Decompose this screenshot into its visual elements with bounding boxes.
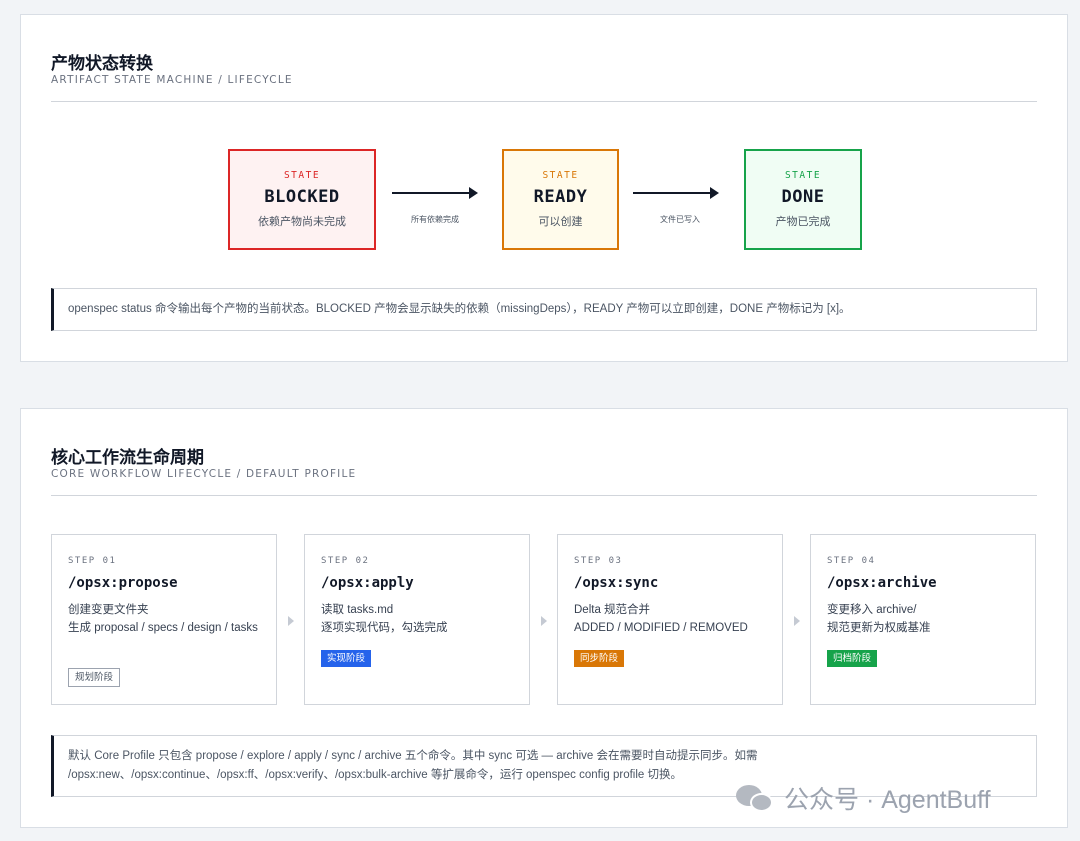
step-card-apply: STEP 02 /opsx:apply 读取 tasks.md 逐项实现代码，勾选… bbox=[304, 534, 530, 705]
step-command: /opsx:sync bbox=[574, 575, 659, 591]
step-desc: 变更移入 archive/规范更新为权威基准 bbox=[827, 604, 931, 634]
step-card-sync: STEP 03 /opsx:sync Delta 规范合并 ADDED / MOD… bbox=[557, 534, 783, 705]
step-card-archive: STEP 04 /opsx:archive 变更移入 archive/规范更新为… bbox=[810, 534, 1036, 705]
section-subtitle: ARTIFACT STATE MACHINE / LIFECYCLE bbox=[51, 74, 293, 86]
step-command: /opsx:apply bbox=[321, 575, 414, 591]
state-label: STATE bbox=[784, 170, 822, 181]
transition-arrow bbox=[392, 187, 478, 199]
chevron-right-icon bbox=[794, 616, 800, 626]
state-label: STATE bbox=[542, 170, 579, 181]
step-label: STEP 03 bbox=[574, 556, 623, 566]
workflow-card: 核心工作流生命周期 CORE WORKFLOW LIFECYCLE / DEFA… bbox=[20, 408, 1068, 828]
watermark: 公众号 · AgentBuff bbox=[736, 780, 991, 816]
state-desc: 产物已完成 bbox=[775, 216, 831, 228]
state-blocked-box: STATE BLOCKED 依赖产物尚未完成 bbox=[228, 149, 376, 250]
state-name: READY bbox=[533, 187, 588, 207]
state-machine-card: 产物状态转换 ARTIFACT STATE MACHINE / LIFECYCL… bbox=[20, 14, 1068, 362]
step-label: STEP 01 bbox=[68, 556, 117, 566]
wechat-icon bbox=[736, 783, 776, 813]
chevron-right-icon bbox=[288, 616, 294, 626]
phase-badge: 同步阶段 bbox=[574, 650, 625, 667]
step-label: STEP 02 bbox=[321, 556, 370, 566]
step-label: STEP 04 bbox=[827, 556, 876, 566]
phase-badge: 实现阶段 bbox=[321, 650, 372, 667]
state-done-box: STATE DONE 产物已完成 bbox=[744, 149, 862, 250]
state-ready-box: STATE READY 可以创建 bbox=[502, 149, 619, 250]
step-command: /opsx:archive bbox=[827, 575, 937, 591]
chevron-right-icon bbox=[541, 616, 547, 626]
phase-badge: 规划阶段 bbox=[68, 668, 121, 687]
state-desc: 可以创建 bbox=[538, 216, 583, 228]
section-title: 产物状态转换 bbox=[51, 54, 153, 74]
step-card-propose: STEP 01 /opsx:propose 创建变更文件夹 生成 proposal… bbox=[51, 534, 277, 705]
note-text: 默认 Core Profile 只包含 propose / explore / … bbox=[68, 750, 758, 781]
step-desc: Delta 规范合并 ADDED / MODIFIED / REMOVED bbox=[574, 604, 748, 634]
state-label: STATE bbox=[283, 170, 321, 181]
transition-label: 文件已写入 bbox=[660, 215, 700, 224]
state-name: BLOCKED bbox=[264, 187, 340, 207]
step-command: /opsx:propose bbox=[68, 575, 178, 591]
note-text: openspec status 命令输出每个产物的当前状态。BLOCKED 产物… bbox=[68, 303, 851, 315]
state-desc: 依赖产物尚未完成 bbox=[258, 216, 346, 228]
divider bbox=[51, 101, 1037, 102]
section-subtitle: CORE WORKFLOW LIFECYCLE / DEFAULT PROFIL… bbox=[51, 468, 357, 480]
phase-badge: 归档阶段 bbox=[827, 650, 878, 667]
section-title: 核心工作流生命周期 bbox=[51, 448, 204, 468]
step-desc: 读取 tasks.md 逐项实现代码，勾选完成 bbox=[321, 604, 448, 634]
watermark-text: 公众号 · AgentBuff bbox=[784, 786, 991, 814]
state-name: DONE bbox=[781, 187, 825, 207]
step-desc: 创建变更文件夹 生成 proposal / specs / design / ta… bbox=[68, 604, 258, 634]
transition-arrow bbox=[633, 187, 719, 199]
divider bbox=[51, 495, 1037, 496]
state-note: openspec status 命令输出每个产物的当前状态。BLOCKED 产物… bbox=[51, 288, 1037, 331]
transition-label: 所有依赖完成 bbox=[411, 215, 459, 224]
